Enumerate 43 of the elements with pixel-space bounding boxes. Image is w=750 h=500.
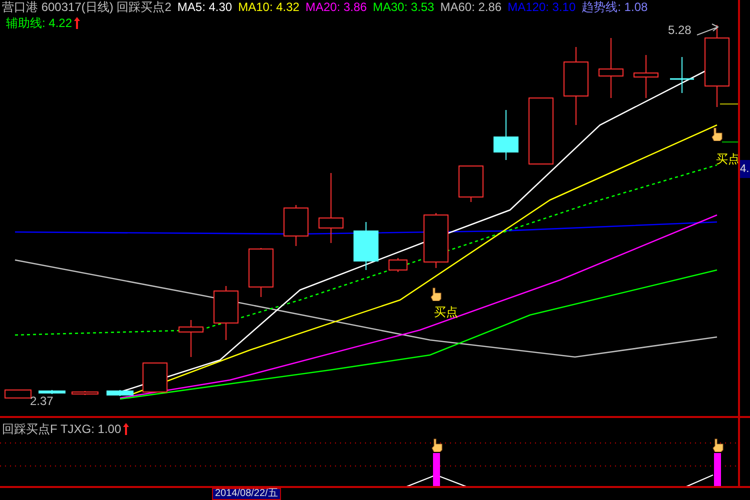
candlestick [38,390,66,394]
candlestick [634,54,658,98]
up-arrow-icon [123,423,130,435]
candlestick [388,258,408,272]
candlestick [248,248,274,298]
chart-title: 营口港 600317(日线) 回踩买点2 [2,0,172,14]
hand-pointer-icon [711,127,723,141]
hand-pointer-icon [431,438,443,452]
candlestick [214,286,238,340]
pointer-arrow [696,24,719,36]
candlestick [598,38,624,98]
candlestick [142,362,168,392]
candlestick [106,390,134,396]
candlestick [354,222,378,270]
indicator-value: MA30: 3.53 [372,0,434,14]
candlestick [284,204,308,246]
candlestick [670,56,694,94]
candlestick [72,390,98,396]
indicator-value: MA60: 2.86 [440,0,502,14]
indicator-value: MA20: 3.86 [305,0,367,14]
candlestick [494,110,518,160]
candlestick [528,98,554,164]
aux-line-value: 辅助线: 4.22 [6,15,72,32]
candlestick [4,390,32,398]
candlestick [178,320,204,358]
hand-pointer-icon [712,438,724,452]
indicator-value: MA120: 3.10 [508,0,576,14]
price-annotation: 2.37 [30,395,54,407]
price-annotation: 5.28 [668,24,692,36]
buy-point-label: 买点 [434,306,458,319]
candlestick [318,172,344,244]
indicator-value: MA5: 4.30 [177,0,232,14]
signal-bar [433,453,440,486]
indicator-value: 趋势线: 1.08 [582,0,648,14]
candlestick [458,166,484,202]
signal-bar [714,453,721,486]
date-tag: 2014/08/22/五 [212,488,281,500]
indicator-label: 回踩买点F TJXG: 1.00 [2,421,122,438]
price-axis-tag: 4. [740,160,750,178]
up-arrow-icon [74,17,80,29]
candlestick [424,212,448,268]
hand-pointer-icon [430,287,442,301]
indicator-value: MA10: 4.32 [238,0,300,14]
